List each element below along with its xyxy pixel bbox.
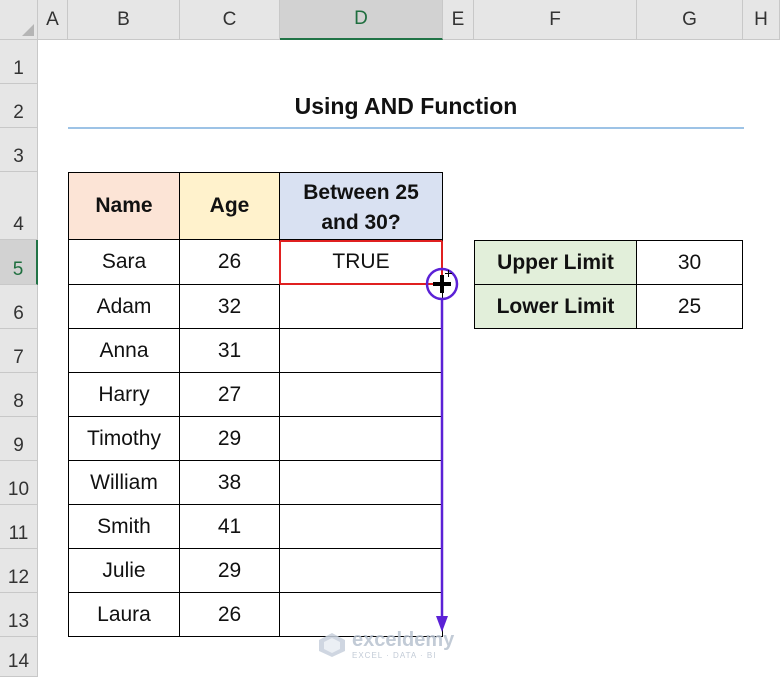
spreadsheet: ABCDEFGH 1 2 3 4 5 6 7 8 9 10 11 12 13 14 Using AND F… <box>0 0 780 677</box>
exceldemy-watermark: exceldemy EXCEL · DATA · BI <box>318 630 454 660</box>
exceldemy-logo-icon <box>319 633 345 657</box>
fill-handle-crosshair-icon[interactable] <box>433 270 452 293</box>
fill-handle-annotation <box>425 267 459 632</box>
watermark-tagline: EXCEL · DATA · BI <box>352 651 437 660</box>
watermark-name: exceldemy <box>352 629 455 651</box>
